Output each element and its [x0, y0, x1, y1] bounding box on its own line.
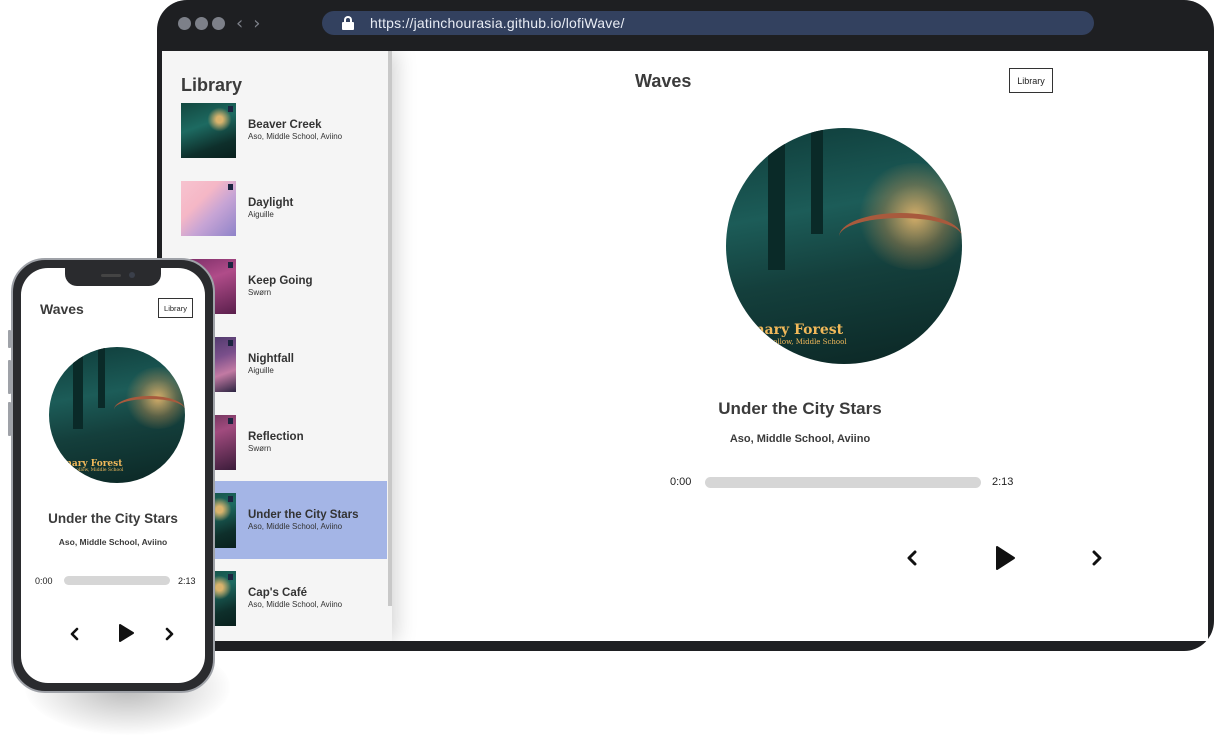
track-title: Under the City Stars [718, 399, 882, 418]
duration: 2:13 [992, 476, 1014, 488]
browser-window: ‹ › https://jatinchourasia.github.io/lof… [157, 0, 1214, 651]
song-name: Beaver Creek [248, 118, 322, 131]
song-artist: Swørn [248, 287, 272, 297]
song-cover-thumbnail [181, 180, 236, 236]
forward-arrow-icon[interactable]: › [253, 13, 260, 34]
song-cover-thumbnail [181, 102, 236, 158]
phone-notch [65, 268, 161, 286]
library-song-item[interactable]: Daylight Aiguille [162, 169, 387, 247]
phone-play-button[interactable] [115, 621, 137, 645]
play-icon [996, 546, 1015, 570]
app-logo: Waves [635, 71, 692, 91]
current-time: 0:00 [670, 476, 692, 488]
song-info: Keep Going Swørn [248, 275, 313, 298]
chevron-left-icon [907, 550, 917, 566]
window-close-dot[interactable] [178, 17, 191, 30]
song-name: Nightfall [248, 352, 294, 365]
window-minimize-dot[interactable] [195, 17, 208, 30]
song-name: Daylight [248, 196, 294, 209]
label-badge-icon [228, 105, 233, 112]
phone-app-logo: Waves [40, 301, 84, 317]
progress-bar[interactable] [705, 477, 981, 488]
song-info: Cap's Café Aso, Middle School, Aviino [248, 587, 342, 610]
phone-chevron-right-icon [165, 627, 174, 641]
phone-chevron-left-icon [70, 627, 79, 641]
phone-volume-up [8, 360, 11, 394]
phone-mute-switch [8, 330, 11, 348]
web-viewport: Library Beaver Creek Aso, Middle School, … [162, 51, 1208, 641]
library-toggle-button[interactable]: Library [1009, 68, 1053, 93]
label-badge-icon [228, 183, 233, 190]
window-maximize-dot[interactable] [212, 17, 225, 30]
play-button[interactable] [992, 543, 1018, 573]
song-info: Under the City Stars Aso, Middle School, … [248, 509, 359, 532]
song-info: Beaver Creek Aso, Middle School, Aviino [248, 119, 342, 142]
phone-cover-subtitle-text: ollow, Middle School [76, 468, 124, 474]
label-badge-icon [228, 339, 233, 346]
song-artist: Swørn [248, 443, 272, 453]
song-name: Under the City Stars [248, 508, 359, 521]
cover-title-text: nary Forest [754, 321, 844, 338]
song-info: Reflection Swørn [248, 431, 304, 454]
song-artist: Aso, Middle School, Aviino [248, 599, 343, 609]
chevron-right-icon [1092, 550, 1102, 566]
label-badge-icon [228, 573, 233, 580]
phone-next-button[interactable] [161, 624, 179, 644]
label-badge-icon [228, 261, 233, 268]
url-text: https://jatinchourasia.github.io/lofiWav… [370, 15, 625, 31]
phone-track-artist: Aso, Middle School, Aviino [58, 537, 168, 547]
phone-device: Waves Library nary Forest ollow, Middle … [8, 258, 215, 693]
next-button[interactable] [1087, 545, 1107, 571]
song-name: Keep Going [248, 274, 313, 287]
song-artist: Aiguille [248, 365, 274, 375]
album-cover: nary Forest ollow, Middle School [726, 128, 962, 364]
back-arrow-icon[interactable]: ‹ [236, 13, 243, 34]
phone-progress-bar[interactable] [64, 576, 170, 585]
phone-album-cover: nary Forest ollow, Middle School [49, 347, 185, 483]
player-panel: Waves Library nary Forest ollow, Middle … [392, 51, 1208, 641]
song-artist: Aiguille [248, 209, 274, 219]
song-artist: Aso, Middle School, Aviino [248, 131, 343, 141]
phone-library-toggle-button[interactable]: Library [158, 298, 193, 318]
lock-icon [342, 16, 354, 30]
previous-button[interactable] [902, 545, 922, 571]
library-song-item[interactable]: Beaver Creek Aso, Middle School, Aviino [162, 91, 387, 169]
phone-screen: Waves Library nary Forest ollow, Middle … [21, 268, 205, 683]
phone-volume-down [8, 402, 11, 436]
cover-subtitle-text: ollow, Middle School [773, 338, 847, 347]
phone-track-title: Under the City Stars [48, 511, 178, 526]
address-bar[interactable]: https://jatinchourasia.github.io/lofiWav… [322, 11, 1094, 35]
browser-nav: ‹ › [236, 13, 260, 34]
track-artist: Aso, Middle School, Aviino [729, 433, 871, 445]
phone-play-icon [119, 624, 134, 642]
label-badge-icon [228, 495, 233, 502]
window-controls [178, 17, 225, 30]
song-artist: Aso, Middle School, Aviino [248, 521, 343, 531]
song-name: Cap's Café [248, 586, 307, 599]
browser-titlebar: ‹ › https://jatinchourasia.github.io/lof… [157, 0, 1214, 48]
phone-current-time: 0:00 [35, 576, 53, 586]
label-badge-icon [228, 417, 233, 424]
phone-previous-button[interactable] [65, 624, 83, 644]
song-info: Daylight Aiguille [248, 197, 293, 220]
song-name: Reflection [248, 430, 304, 443]
phone-duration: 2:13 [178, 576, 196, 586]
song-info: Nightfall Aiguille [248, 353, 294, 376]
